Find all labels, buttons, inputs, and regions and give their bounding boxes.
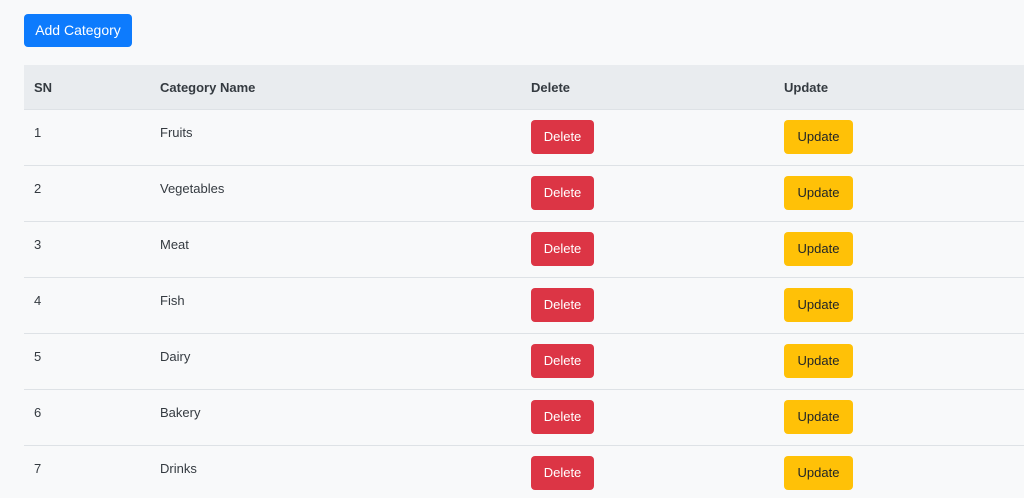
cell-update: Update bbox=[774, 445, 1024, 498]
cell-delete: Delete bbox=[521, 165, 774, 222]
update-button[interactable]: Update bbox=[784, 232, 853, 266]
cell-update: Update bbox=[774, 165, 1024, 222]
cell-update: Update bbox=[774, 221, 1024, 278]
row-category-name: Fruits bbox=[160, 125, 193, 140]
category-page: Add Category SN Category Name Delete Upd… bbox=[0, 0, 1024, 498]
cell-update: Update bbox=[774, 389, 1024, 446]
cell-sn: 4 bbox=[24, 277, 150, 334]
row-category-name: Vegetables bbox=[160, 181, 225, 196]
cell-update: Update bbox=[774, 277, 1024, 334]
header-update: Update bbox=[774, 65, 1024, 110]
cell-delete: Delete bbox=[521, 277, 774, 334]
table-row: 7 Drinks Delete Update bbox=[24, 445, 1024, 498]
delete-button[interactable]: Delete bbox=[531, 400, 594, 434]
delete-button[interactable]: Delete bbox=[531, 176, 594, 210]
row-category-name: Dairy bbox=[160, 349, 191, 364]
cell-name: Fish bbox=[150, 277, 521, 334]
delete-button[interactable]: Delete bbox=[531, 344, 594, 378]
row-sn: 4 bbox=[34, 293, 42, 308]
row-category-name: Meat bbox=[160, 237, 189, 252]
header-category-name: Category Name bbox=[150, 65, 521, 110]
table-row: 1 Fruits Delete Update bbox=[24, 109, 1024, 166]
cell-name: Vegetables bbox=[150, 165, 521, 222]
cell-update: Update bbox=[774, 109, 1024, 166]
cell-delete: Delete bbox=[521, 445, 774, 498]
cell-name: Drinks bbox=[150, 445, 521, 498]
table-row: 3 Meat Delete Update bbox=[24, 221, 1024, 278]
row-category-name: Bakery bbox=[160, 405, 201, 420]
delete-button[interactable]: Delete bbox=[531, 456, 594, 490]
row-sn: 6 bbox=[34, 405, 42, 420]
row-sn: 2 bbox=[34, 181, 42, 196]
row-sn: 1 bbox=[34, 125, 42, 140]
category-table: SN Category Name Delete Update 1 Fruits … bbox=[24, 65, 1024, 498]
cell-delete: Delete bbox=[521, 333, 774, 390]
add-category-button[interactable]: Add Category bbox=[24, 14, 132, 47]
update-button[interactable]: Update bbox=[784, 456, 853, 490]
cell-sn: 3 bbox=[24, 221, 150, 278]
table-row: 4 Fish Delete Update bbox=[24, 277, 1024, 334]
cell-name: Bakery bbox=[150, 389, 521, 446]
table-row: 2 Vegetables Delete Update bbox=[24, 165, 1024, 222]
header-sn: SN bbox=[24, 65, 150, 110]
table-header-row: SN Category Name Delete Update bbox=[24, 65, 1024, 110]
cell-delete: Delete bbox=[521, 109, 774, 166]
cell-update: Update bbox=[774, 333, 1024, 390]
cell-sn: 7 bbox=[24, 445, 150, 498]
update-button[interactable]: Update bbox=[784, 288, 853, 322]
cell-sn: 5 bbox=[24, 333, 150, 390]
row-sn: 5 bbox=[34, 349, 42, 364]
header-delete: Delete bbox=[521, 65, 774, 110]
update-button[interactable]: Update bbox=[784, 344, 853, 378]
row-category-name: Fish bbox=[160, 293, 185, 308]
delete-button[interactable]: Delete bbox=[531, 288, 594, 322]
cell-sn: 2 bbox=[24, 165, 150, 222]
update-button[interactable]: Update bbox=[784, 400, 853, 434]
table-row: 6 Bakery Delete Update bbox=[24, 389, 1024, 446]
row-sn: 3 bbox=[34, 237, 42, 252]
table-body: 1 Fruits Delete Update 2 Vegetables Dele… bbox=[24, 109, 1024, 498]
cell-name: Meat bbox=[150, 221, 521, 278]
cell-delete: Delete bbox=[521, 221, 774, 278]
delete-button[interactable]: Delete bbox=[531, 232, 594, 266]
update-button[interactable]: Update bbox=[784, 176, 853, 210]
row-category-name: Drinks bbox=[160, 461, 197, 476]
table-header: SN Category Name Delete Update bbox=[24, 65, 1024, 110]
cell-sn: 6 bbox=[24, 389, 150, 446]
cell-delete: Delete bbox=[521, 389, 774, 446]
table-row: 5 Dairy Delete Update bbox=[24, 333, 1024, 390]
cell-sn: 1 bbox=[24, 109, 150, 166]
delete-button[interactable]: Delete bbox=[531, 120, 594, 154]
cell-name: Dairy bbox=[150, 333, 521, 390]
update-button[interactable]: Update bbox=[784, 120, 853, 154]
cell-name: Fruits bbox=[150, 109, 521, 166]
row-sn: 7 bbox=[34, 461, 42, 476]
